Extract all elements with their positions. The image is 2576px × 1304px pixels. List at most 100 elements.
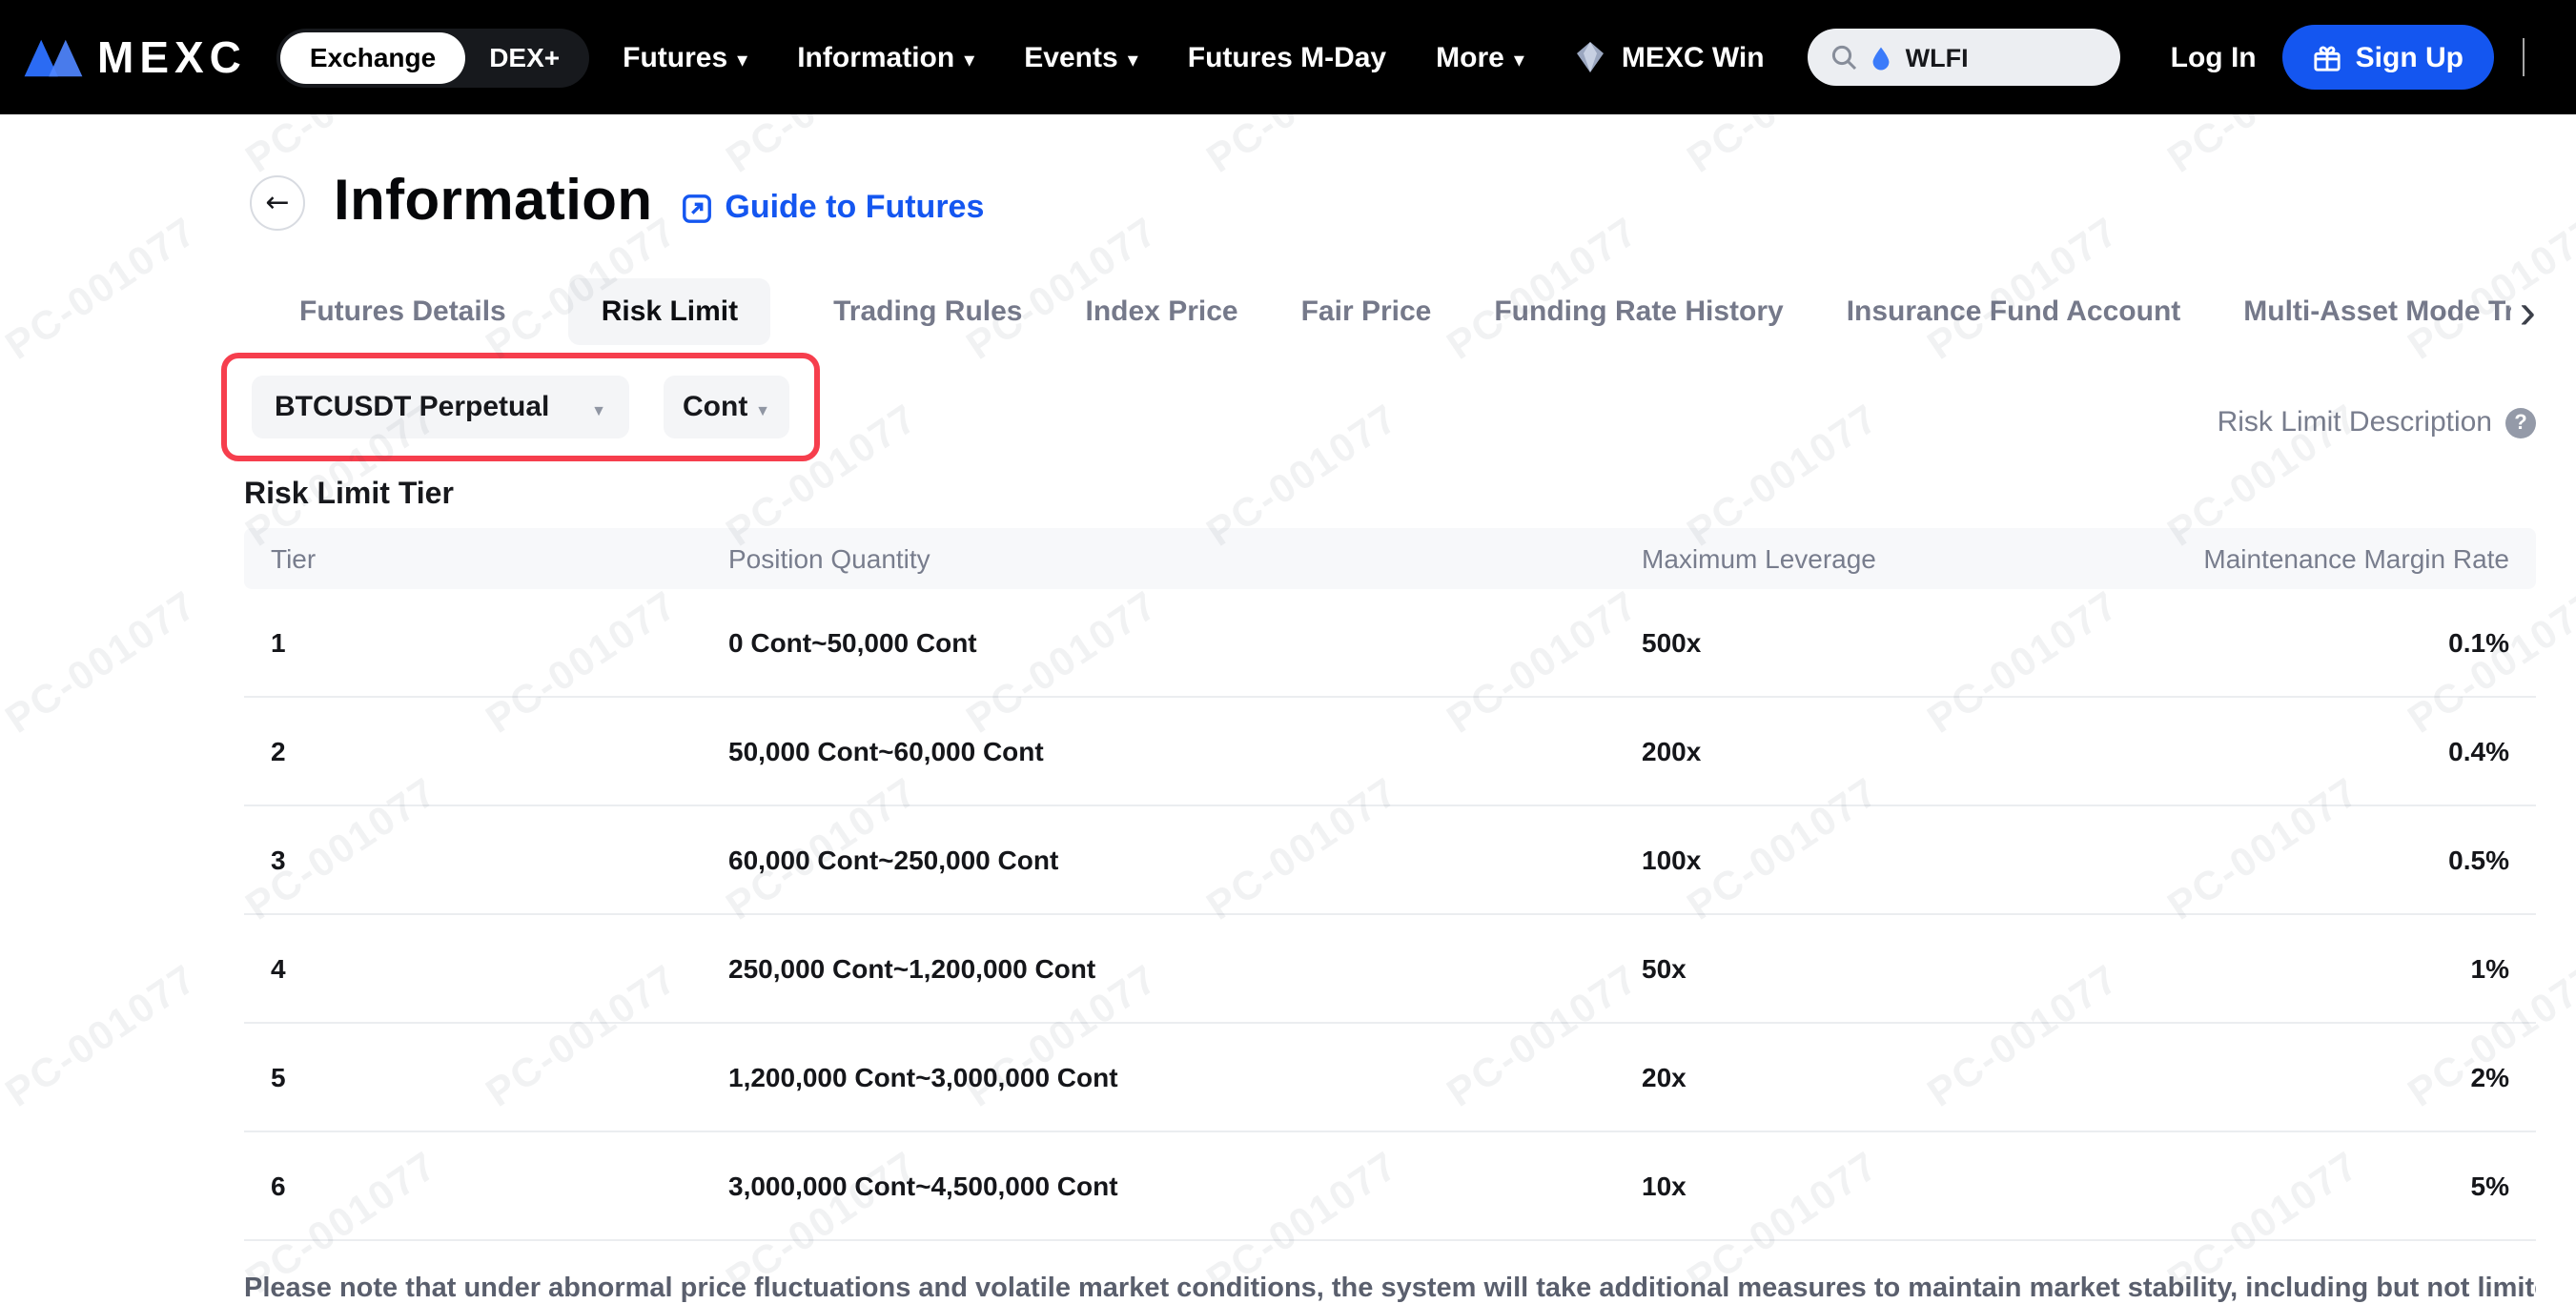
cell-tier: 3 <box>271 845 728 875</box>
chevron-down-icon <box>591 390 606 424</box>
tab-multi-asset-mode-trading[interactable]: Multi-Asset Mode Trading <box>2243 278 2511 345</box>
gift-icon <box>2314 43 2342 71</box>
nav-item-label: Information <box>797 41 954 73</box>
droplet-icon <box>1871 45 1892 70</box>
market-toggle: Exchange DEX+ <box>277 28 588 87</box>
signup-button[interactable]: Sign Up <box>2283 25 2494 90</box>
cell-tier: 4 <box>271 953 728 984</box>
nav-item-label: More <box>1436 41 1504 73</box>
page: MEXC Exchange DEX+ Futures Information E… <box>0 0 2576 1304</box>
nav-item-mexc-win[interactable]: MEXC Win <box>1574 40 1765 74</box>
col-header-position-quantity: Position Quantity <box>728 543 1642 574</box>
risk-limit-description-label: Risk Limit Description <box>2218 406 2492 438</box>
nav-item-label: Futures <box>623 41 727 73</box>
cell-quantity: 60,000 Cont~250,000 Cont <box>728 845 1642 875</box>
toggle-exchange[interactable]: Exchange <box>281 31 464 83</box>
mexc-logo[interactable]: MEXC <box>23 31 247 83</box>
table-row: 1 0 Cont~50,000 Cont 500x 0.1% <box>244 589 2536 698</box>
signup-label: Sign Up <box>2356 41 2464 73</box>
tab-trading-rules[interactable]: Trading Rules <box>833 278 1022 345</box>
cell-margin: 0.4% <box>2448 736 2509 766</box>
tab-insurance-fund-account[interactable]: Insurance Fund Account <box>1847 278 2181 345</box>
chevron-down-icon <box>1128 41 1138 73</box>
cell-margin: 0.1% <box>2448 627 2509 658</box>
tabs: Futures Details Risk Limit Trading Rules… <box>299 278 2512 345</box>
mexc-win-label: MEXC Win <box>1622 41 1765 73</box>
page-title: Information <box>334 170 652 234</box>
col-header-maximum-leverage: Maximum Leverage <box>1642 543 2203 574</box>
top-nav: MEXC Exchange DEX+ Futures Information E… <box>0 0 2576 114</box>
col-header-maintenance-margin-rate: Maintenance Margin Rate <box>2203 543 2509 574</box>
cell-leverage: 50x <box>1642 953 2471 984</box>
table-row: 5 1,200,000 Cont~3,000,000 Cont 20x 2% <box>244 1024 2536 1132</box>
cell-tier: 6 <box>271 1171 728 1201</box>
cell-quantity: 1,200,000 Cont~3,000,000 Cont <box>728 1062 1642 1092</box>
guide-to-futures-link[interactable]: Guide to Futures <box>681 189 984 227</box>
guide-icon <box>681 192 713 224</box>
page-header: Information Guide to Futures <box>250 160 2536 244</box>
tab-fair-price[interactable]: Fair Price <box>1301 278 1432 345</box>
chevron-down-icon <box>1514 41 1524 73</box>
nav-item-futures[interactable]: Futures <box>623 41 747 73</box>
table-row: 4 250,000 Cont~1,200,000 Cont 50x 1% <box>244 915 2536 1024</box>
cell-margin: 1% <box>2471 953 2509 984</box>
mexc-logo-text: MEXC <box>97 31 247 83</box>
search-icon <box>1831 44 1858 71</box>
nav-item-more[interactable]: More <box>1436 41 1524 73</box>
nav-item-futures-m-day[interactable]: Futures M-Day <box>1188 41 1386 73</box>
tabs-scroll-right-icon[interactable] <box>2520 292 2536 332</box>
footer-note: Please note that under abnormal price fl… <box>244 1273 2536 1304</box>
cell-leverage: 500x <box>1642 627 2448 658</box>
cell-quantity: 3,000,000 Cont~4,500,000 Cont <box>728 1171 1642 1201</box>
table-row: 3 60,000 Cont~250,000 Cont 100x 0.5% <box>244 806 2536 915</box>
mexc-logo-icon <box>23 35 84 79</box>
col-header-tier: Tier <box>271 543 728 574</box>
table-row: 6 3,000,000 Cont~4,500,000 Cont 10x 5% <box>244 1132 2536 1241</box>
nav-divider <box>2523 38 2525 76</box>
cell-leverage: 100x <box>1642 845 2448 875</box>
mexc-win-icon <box>1574 40 1608 74</box>
chevron-down-icon <box>737 41 747 73</box>
tab-funding-rate-history[interactable]: Funding Rate History <box>1494 278 1783 345</box>
login-link[interactable]: Log In <box>2171 41 2257 73</box>
cell-leverage: 200x <box>1642 736 2448 766</box>
contract-select-value: BTCUSDT Perpetual <box>275 391 549 423</box>
cell-margin: 0.5% <box>2448 845 2509 875</box>
tab-futures-details[interactable]: Futures Details <box>299 278 506 345</box>
table-row: 2 50,000 Cont~60,000 Cont 200x 0.4% <box>244 698 2536 806</box>
tab-risk-limit[interactable]: Risk Limit <box>569 278 770 345</box>
nav-item-information[interactable]: Information <box>797 41 974 73</box>
toggle-dex[interactable]: DEX+ <box>464 42 584 72</box>
nav-item-label: Events <box>1024 41 1117 73</box>
risk-limit-table: Tier Position Quantity Maximum Leverage … <box>244 528 2536 1241</box>
contract-select[interactable]: BTCUSDT Perpetual <box>252 376 629 438</box>
cell-quantity: 0 Cont~50,000 Cont <box>728 627 1642 658</box>
nav-links: Futures Information Events Futures M-Day… <box>623 41 1524 73</box>
search-input[interactable]: WLFI <box>1809 29 2121 86</box>
chevron-down-icon <box>755 390 770 424</box>
unit-select-value: Cont <box>683 391 747 423</box>
back-button[interactable] <box>250 174 305 230</box>
cell-leverage: 20x <box>1642 1062 2471 1092</box>
cell-margin: 5% <box>2471 1171 2509 1201</box>
cell-tier: 5 <box>271 1062 728 1092</box>
table-header-row: Tier Position Quantity Maximum Leverage … <box>244 528 2536 589</box>
nav-item-label: Futures M-Day <box>1188 41 1386 73</box>
annotation-highlight-box: BTCUSDT Perpetual Cont <box>221 353 820 461</box>
guide-link-label: Guide to Futures <box>725 189 984 227</box>
cell-quantity: 50,000 Cont~60,000 Cont <box>728 736 1642 766</box>
help-icon <box>2505 407 2536 438</box>
risk-limit-description-link[interactable]: Risk Limit Description <box>2218 406 2536 438</box>
tab-index-price[interactable]: Index Price <box>1086 278 1238 345</box>
search-hot-term: WLFI <box>1906 43 1969 71</box>
filter-row: BTCUSDT Perpetual Cont Risk Limit Descri… <box>244 353 2536 463</box>
cell-tier: 1 <box>271 627 728 658</box>
chevron-down-icon <box>964 41 974 73</box>
section-title: Risk Limit Tier <box>244 479 2536 513</box>
nav-item-events[interactable]: Events <box>1024 41 1137 73</box>
cell-quantity: 250,000 Cont~1,200,000 Cont <box>728 953 1642 984</box>
tabs-row: Futures Details Risk Limit Trading Rules… <box>244 278 2536 345</box>
cell-tier: 2 <box>271 736 728 766</box>
unit-select[interactable]: Cont <box>664 376 789 438</box>
main-content: Information Guide to Futures Futures Det… <box>0 160 2576 1304</box>
